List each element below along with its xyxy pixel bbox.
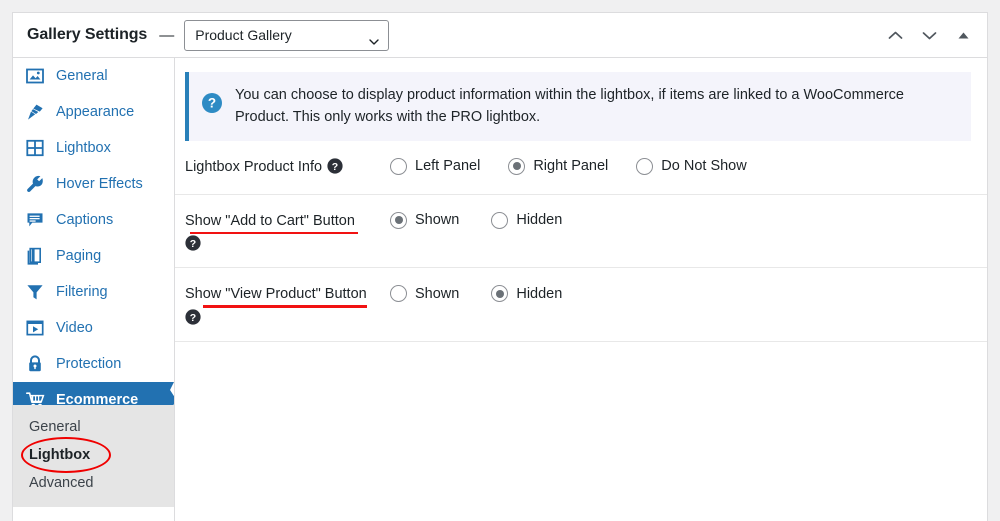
field-row-view-product-button: Show "View Product" Button ? Shown Hidde… (175, 268, 987, 342)
grid-icon (25, 138, 45, 158)
sidebar-item-general[interactable]: General (13, 58, 174, 94)
collapse-up-icon[interactable] (885, 26, 905, 46)
gallery-settings-panel: Gallery Settings — Product Gallery Gener… (12, 12, 988, 521)
sidebar-item-lightbox[interactable]: Lightbox (13, 130, 174, 166)
settings-sidebar: General Appearance Lightbox Hover Effect… (13, 58, 175, 521)
field-row-lightbox-product-info: Lightbox Product Info? Left Panel Right … (175, 141, 987, 195)
help-icon[interactable]: ? (185, 235, 201, 251)
field-label-text: Show "Add to Cart" Button (185, 212, 355, 229)
sidebar-item-label: Video (56, 320, 93, 336)
radio-label: Right Panel (533, 158, 609, 175)
sidebar-item-filtering[interactable]: Filtering (13, 274, 174, 310)
funnel-icon (25, 282, 45, 302)
expand-down-icon[interactable] (919, 26, 939, 46)
sidebar-item-hover-effects[interactable]: Hover Effects (13, 166, 174, 202)
svg-text:?: ? (190, 238, 196, 250)
radio-view-product-shown[interactable]: Shown (390, 285, 460, 303)
lock-icon (25, 354, 45, 374)
panel-header: Gallery Settings — Product Gallery (13, 13, 987, 58)
sidebar-item-paging[interactable]: Paging (13, 238, 174, 274)
subnav-item-label: Lightbox (29, 447, 91, 463)
sidebar-item-label: Lightbox (56, 140, 111, 156)
subnav-item-general[interactable]: General (13, 413, 174, 441)
sidebar-item-label: Appearance (56, 104, 135, 120)
radio-add-to-cart-shown[interactable]: Shown (390, 211, 460, 229)
gallery-select[interactable]: Product Gallery (184, 19, 390, 51)
paintbrush-icon (25, 102, 45, 122)
radio-add-to-cart-hidden[interactable]: Hidden (491, 211, 563, 229)
header-actions (885, 13, 973, 58)
radio-do-not-show[interactable]: Do Not Show (636, 157, 747, 175)
svg-text:?: ? (190, 311, 196, 323)
settings-content: ? You can choose to display product info… (175, 58, 987, 521)
annotation-underline (190, 231, 358, 235)
book-icon (25, 246, 45, 266)
radio-circle (390, 157, 407, 175)
radio-label: Left Panel (415, 158, 481, 175)
sidebar-item-appearance[interactable]: Appearance (13, 94, 174, 130)
chevron-down-icon (369, 32, 379, 45)
toggle-panel-icon[interactable] (953, 26, 973, 46)
field-label: Show "Add to Cart" Button ? (185, 211, 390, 251)
sidebar-item-label: Filtering (56, 284, 108, 300)
title-separator: — (159, 26, 175, 44)
panel-body: General Appearance Lightbox Hover Effect… (13, 58, 987, 521)
radio-circle (491, 211, 509, 229)
svg-text:?: ? (332, 161, 338, 173)
sidebar-item-label: Protection (56, 356, 122, 372)
radio-circle (636, 157, 654, 175)
radio-label: Hidden (516, 212, 563, 229)
radio-circle (491, 285, 509, 303)
caption-icon (25, 210, 45, 230)
radio-label: Shown (415, 285, 460, 302)
radio-group-lightbox-product-info: Left Panel Right Panel Do Not Show (390, 157, 775, 175)
video-icon (25, 318, 45, 338)
radio-group-add-to-cart-button: Shown Hidden (390, 211, 590, 229)
radio-circle (390, 211, 407, 229)
radio-circle (508, 157, 526, 175)
subnav-item-lightbox[interactable]: Lightbox (13, 437, 174, 473)
field-label: Lightbox Product Info? (185, 157, 390, 177)
subnav-item-advanced[interactable]: Advanced (13, 469, 174, 497)
info-notice-text: You can choose to display product inform… (235, 87, 904, 126)
sidebar-item-label: General (56, 68, 108, 84)
field-label-text: Lightbox Product Info (185, 158, 323, 175)
sidebar-item-label: Hover Effects (56, 176, 143, 192)
radio-view-product-hidden[interactable]: Hidden (491, 285, 563, 303)
radio-label: Do Not Show (661, 158, 747, 175)
screenshot-root: Gallery Settings — Product Gallery Gener… (0, 0, 1000, 521)
page-title: Gallery Settings (27, 26, 148, 43)
ecommerce-subnav: General Lightbox Advanced (13, 405, 174, 507)
image-icon (25, 66, 45, 86)
sidebar-item-protection[interactable]: Protection (13, 346, 174, 382)
radio-circle (390, 285, 407, 303)
sidebar-item-video[interactable]: Video (13, 310, 174, 346)
sidebar-item-captions[interactable]: Captions (13, 202, 174, 238)
sidebar-item-label: Captions (56, 212, 114, 228)
radio-label: Hidden (516, 285, 563, 302)
radio-label: Shown (415, 212, 460, 229)
radio-right-panel[interactable]: Right Panel (508, 157, 609, 175)
sidebar-item-label: Paging (56, 248, 102, 264)
question-circle-icon: ? (201, 92, 223, 114)
radio-left-panel[interactable]: Left Panel (390, 157, 481, 175)
subnav-item-label: General (29, 419, 81, 435)
svg-text:?: ? (208, 96, 216, 111)
field-label: Show "View Product" Button ? (185, 284, 390, 325)
radio-group-view-product-button: Shown Hidden (390, 284, 590, 303)
info-notice: ? You can choose to display product info… (185, 72, 971, 141)
wrench-icon (25, 174, 45, 194)
gallery-select-value: Product Gallery (195, 27, 292, 43)
subnav-item-label: Advanced (29, 475, 94, 491)
help-icon[interactable]: ? (185, 308, 201, 325)
annotation-underline (203, 305, 367, 308)
field-row-add-to-cart-button: Show "Add to Cart" Button ? Shown Hidden (175, 195, 987, 269)
field-label-text: Show "View Product" Button (185, 286, 367, 303)
help-icon[interactable]: ? (327, 158, 343, 174)
